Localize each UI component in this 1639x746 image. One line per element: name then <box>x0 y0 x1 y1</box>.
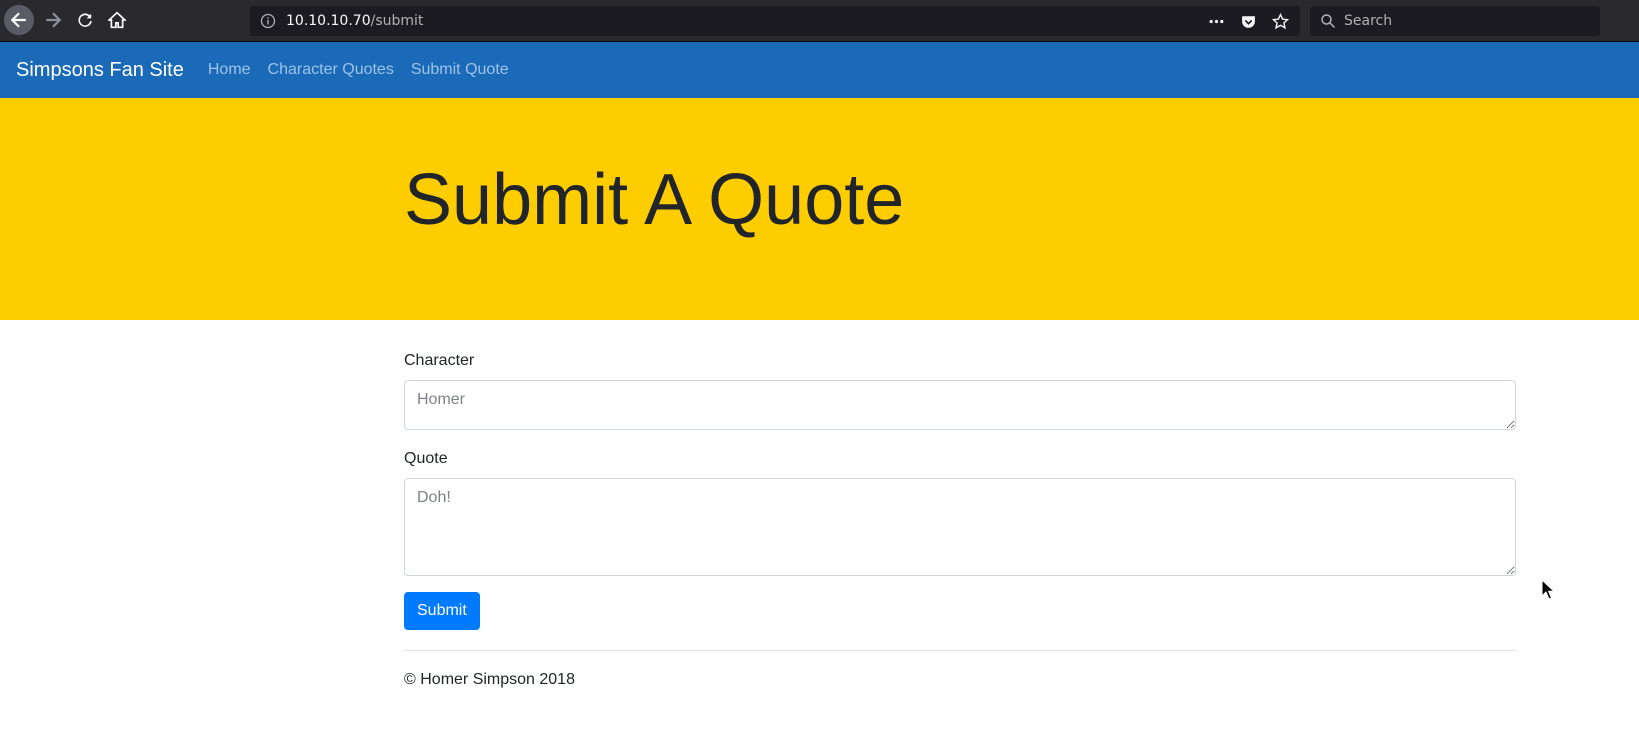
hero-banner: Submit A Quote <box>0 98 1639 320</box>
footer-divider <box>404 650 1516 651</box>
quote-field[interactable] <box>404 478 1516 576</box>
search-placeholder: Search <box>1344 13 1393 29</box>
nav-link-submit-quote[interactable]: Submit Quote <box>411 61 509 79</box>
bookmark-button[interactable] <box>1270 10 1290 32</box>
search-icon <box>1321 14 1336 29</box>
page-title: Submit A Quote <box>404 160 905 240</box>
url-host: 10.10.10.70 <box>286 13 371 29</box>
reload-icon <box>78 13 92 27</box>
search-input[interactable]: Search <box>1310 6 1600 36</box>
footer-copyright: © Homer Simpson 2018 <box>404 671 575 688</box>
browser-toolbar: 10.10.10.70/submit Search <box>0 0 1639 42</box>
mouse-cursor-icon <box>1541 579 1555 600</box>
forward-button[interactable] <box>38 5 68 35</box>
url-path: /submit <box>370 13 424 29</box>
reload-button[interactable] <box>70 5 100 35</box>
site-brand[interactable]: Simpsons Fan Site <box>16 59 184 82</box>
back-button[interactable] <box>4 5 34 35</box>
pocket-icon <box>1241 15 1255 28</box>
page-actions-button[interactable] <box>1206 10 1226 32</box>
character-label: Character <box>404 352 475 369</box>
submit-button[interactable]: Submit <box>404 592 480 630</box>
submit-quote-form: Character Quote Submit <box>404 352 1516 630</box>
site-navbar: Simpsons Fan Site Home Character Quotes … <box>0 42 1639 98</box>
nav-link-character-quotes[interactable]: Character Quotes <box>268 61 394 79</box>
url-bar[interactable]: 10.10.10.70/submit <box>250 6 1300 36</box>
url-actions <box>1206 10 1290 32</box>
character-field[interactable] <box>404 380 1516 430</box>
arrow-right-icon <box>46 12 62 28</box>
home-icon <box>108 11 126 29</box>
quote-label: Quote <box>404 450 448 467</box>
more-horizontal-icon <box>1209 19 1223 23</box>
info-icon[interactable] <box>260 13 276 29</box>
arrow-left-icon <box>10 12 26 28</box>
star-icon <box>1271 12 1289 29</box>
pocket-button[interactable] <box>1238 10 1258 32</box>
nav-link-home[interactable]: Home <box>208 61 251 79</box>
home-button[interactable] <box>102 5 132 35</box>
